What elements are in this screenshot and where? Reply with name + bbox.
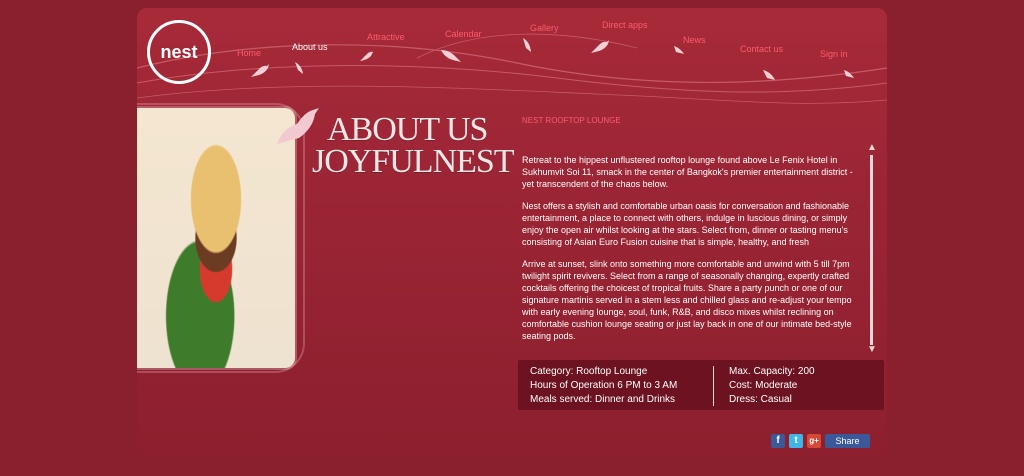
bird-icon	[844, 70, 854, 78]
venue-info-box: Category: Rooftop Lounge Hours of Operat…	[518, 360, 884, 410]
nav-calendar[interactable]: Calendar	[445, 29, 482, 39]
bird-icon	[360, 51, 373, 61]
scrollbar[interactable]: ▲ ▼	[864, 143, 880, 355]
nav-direct-apps[interactable]: Direct apps	[602, 20, 648, 30]
info-hours: Hours of Operation 6 PM to 3 AM	[530, 380, 678, 391]
facebook-icon[interactable]: f	[771, 434, 785, 448]
info-column-left: Category: Rooftop Lounge Hours of Operat…	[530, 365, 677, 407]
social-links: f t g+ Share	[771, 434, 870, 450]
info-cost: Cost: Moderate	[729, 380, 798, 391]
paragraph: Retreat to the hippest unflustered rooft…	[522, 155, 853, 189]
info-dress: Dress: Casual	[729, 394, 792, 405]
googleplus-icon[interactable]: g+	[807, 434, 821, 448]
nav-attractive[interactable]: Attractive	[367, 32, 405, 42]
info-category: Category: Rooftop Lounge	[530, 366, 648, 377]
paragraph: Arrive at sunset, slink onto something m…	[522, 259, 852, 341]
share-button[interactable]: Share	[825, 434, 870, 448]
nav-gallery[interactable]: Gallery	[530, 23, 559, 33]
info-capacity: Max. Capacity: 200	[729, 366, 815, 377]
nav-sign-in[interactable]: Sign in	[820, 49, 848, 59]
bird-icon	[763, 70, 775, 80]
logo[interactable]: nest	[147, 20, 211, 84]
share-label: Share	[835, 436, 860, 446]
content-scroll-area[interactable]: Retreat to the hippest unflustered rooft…	[522, 154, 858, 350]
title-line-2: JOYFULNEST	[312, 143, 515, 180]
bird-icon	[591, 40, 609, 53]
bird-icon	[277, 108, 319, 144]
paragraph: Nest offers a stylish and comfortable ur…	[522, 201, 850, 247]
info-divider	[713, 366, 714, 406]
twitter-icon[interactable]: t	[789, 434, 803, 448]
nav-home[interactable]: Home	[237, 48, 261, 58]
nav-contact-us[interactable]: Contact us	[740, 44, 783, 54]
bird-icon	[523, 38, 531, 52]
bird-icon	[441, 50, 461, 62]
main-panel: nest Home About us Attractive Calendar G…	[137, 8, 887, 456]
info-column-right: Max. Capacity: 200 Cost: Moderate Dress:…	[729, 365, 815, 407]
info-meals: Meals served: Dinner and Drinks	[530, 394, 676, 405]
nav-about-us[interactable]: About us	[292, 42, 328, 52]
scroll-up-icon[interactable]: ▲	[866, 143, 878, 153]
scroll-down-icon[interactable]: ▼	[866, 345, 878, 355]
bird-icon	[251, 64, 269, 77]
logo-text: nest	[160, 41, 198, 62]
burger-photo	[137, 108, 295, 368]
bird-icon	[674, 46, 684, 54]
page-title: ABOUT US JOYFULNEST	[312, 113, 517, 179]
nav-news[interactable]: News	[683, 35, 706, 45]
scroll-track[interactable]	[870, 155, 873, 345]
section-heading: NEST ROOFTOP LOUNGE	[522, 116, 621, 125]
bird-icon	[295, 62, 303, 74]
